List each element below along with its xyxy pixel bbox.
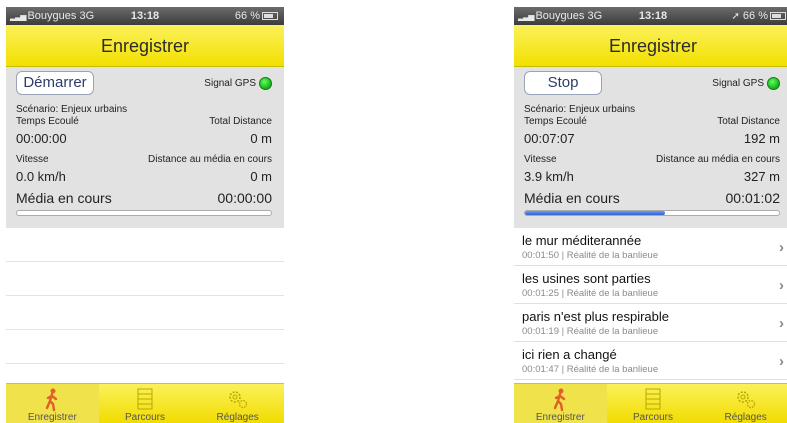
list-item-title: le mur méditerannée <box>522 233 642 248</box>
speed-label: Vitesse <box>16 154 49 165</box>
current-media-time: 00:00:00 <box>217 190 273 206</box>
tab-bar: Enregistrer Parcours Réglages <box>514 383 787 423</box>
gear-icon <box>228 391 247 409</box>
list-row <box>6 228 284 262</box>
media-distance-label: Distance au média en cours <box>656 154 780 165</box>
media-distance-value: 327 m <box>743 169 780 184</box>
elapsed-time-label: Temps Ecoulé <box>16 116 79 127</box>
gear-icon <box>736 391 755 409</box>
tab-label: Enregistrer <box>535 412 585 423</box>
list-row <box>6 330 284 364</box>
tab-label: Réglages <box>724 412 767 423</box>
tab-bar: Enregistrer Parcours Réglages <box>6 383 284 423</box>
list-item[interactable]: le mur méditerannée 00:01:50 | Réalité d… <box>514 228 787 266</box>
gps-indicator-icon <box>259 77 272 90</box>
list-item-subtitle: 00:01:25 | Réalité de la banlieue <box>522 288 659 299</box>
tab-label: Réglages <box>216 412 259 423</box>
phone-screen-left: ▂▃▅ Bouygues 3G 13:18 66 % Enregistrer Dé… <box>6 7 284 423</box>
tab-reglages[interactable]: Réglages <box>191 384 284 423</box>
list-row <box>6 296 284 330</box>
progress-fill <box>525 211 665 215</box>
walking-person-icon <box>46 388 58 412</box>
start-button[interactable]: Démarrer <box>16 71 94 95</box>
speed-value: 3.9 km/h <box>524 169 574 184</box>
scenario-label: Scénario: Enjeux urbains <box>524 104 636 115</box>
tab-enregistrer[interactable]: Enregistrer <box>514 384 607 423</box>
tab-reglages[interactable]: Réglages <box>699 384 787 423</box>
elapsed-time-value: 00:00:00 <box>16 131 67 146</box>
elapsed-time-label: Temps Ecoulé <box>524 116 587 127</box>
list-icon <box>645 388 661 410</box>
elapsed-time-value: 00:07:07 <box>524 131 575 146</box>
list-row <box>6 262 284 296</box>
tab-label: Parcours <box>125 412 166 423</box>
walking-person-icon <box>554 388 566 412</box>
media-progress-bar <box>524 210 780 216</box>
gps-label: Signal GPS <box>712 78 764 90</box>
status-bar: ▂▃▅ Bouygues 3G 13:18 66 % <box>6 7 284 25</box>
stop-button[interactable]: Stop <box>524 71 602 95</box>
list-item[interactable]: les usines sont parties 00:01:25 | Réali… <box>514 266 787 304</box>
page-title: Enregistrer <box>6 25 284 67</box>
tab-label: Parcours <box>633 412 674 423</box>
gps-label: Signal GPS <box>204 78 256 90</box>
tab-label: Enregistrer <box>27 412 77 423</box>
battery-percent: 66 % <box>742 10 768 22</box>
total-distance-label: Total Distance <box>209 116 272 127</box>
list-item-subtitle: 00:01:50 | Réalité de la banlieue <box>522 250 659 261</box>
current-media-time: 00:01:02 <box>725 190 781 206</box>
page-title: Enregistrer <box>514 25 787 67</box>
recording-panel: Stop Signal GPS Scénario: Enjeux urbains… <box>514 67 787 228</box>
battery-icon <box>770 12 786 21</box>
recording-panel: Démarrer Signal GPS Scénario: Enjeux urb… <box>6 67 284 228</box>
gps-indicator-icon <box>767 77 780 90</box>
tab-parcours[interactable]: Parcours <box>607 384 700 423</box>
scenario-label: Scénario: Enjeux urbains <box>16 104 128 115</box>
list-icon <box>137 388 153 410</box>
list-item-title: ici rien a changé <box>522 347 617 362</box>
chevron-right-icon: › <box>779 315 784 332</box>
empty-list <box>6 228 284 364</box>
location-arrow-icon: ➚ <box>731 11 740 22</box>
list-item-title: les usines sont parties <box>522 271 651 286</box>
list-item-subtitle: 00:01:47 | Réalité de la banlieue <box>522 364 659 375</box>
media-list: le mur méditerannée 00:01:50 | Réalité d… <box>514 228 787 380</box>
battery-percent: 66 % <box>234 10 260 22</box>
chevron-right-icon: › <box>779 353 784 370</box>
media-distance-value: 0 m <box>250 169 272 184</box>
tab-parcours[interactable]: Parcours <box>99 384 192 423</box>
speed-value: 0.0 km/h <box>16 169 66 184</box>
gps-status: Signal GPS <box>204 77 272 90</box>
media-distance-label: Distance au média en cours <box>148 154 272 165</box>
battery-icon <box>262 12 278 21</box>
current-media-label: Média en cours <box>16 190 112 206</box>
gps-status: Signal GPS <box>712 77 780 90</box>
current-media-label: Média en cours <box>524 190 620 206</box>
list-item-subtitle: 00:01:19 | Réalité de la banlieue <box>522 326 659 337</box>
chevron-right-icon: › <box>779 239 784 256</box>
total-distance-label: Total Distance <box>717 116 780 127</box>
media-progress-bar <box>16 210 272 216</box>
list-item[interactable]: paris n'est plus respirable 00:01:19 | R… <box>514 304 787 342</box>
total-distance-value: 0 m <box>250 131 272 146</box>
speed-label: Vitesse <box>524 154 557 165</box>
list-item-title: paris n'est plus respirable <box>522 309 669 324</box>
status-bar: ▂▃▅ Bouygues 3G 13:18 ➚ 66 % <box>514 7 787 25</box>
total-distance-value: 192 m <box>743 131 780 146</box>
chevron-right-icon: › <box>779 277 784 294</box>
tab-enregistrer[interactable]: Enregistrer <box>6 384 99 423</box>
list-item[interactable]: ici rien a changé 00:01:47 | Réalité de … <box>514 342 787 380</box>
phone-screen-right: ▂▃▅ Bouygues 3G 13:18 ➚ 66 % Enregistrer S… <box>514 7 787 423</box>
